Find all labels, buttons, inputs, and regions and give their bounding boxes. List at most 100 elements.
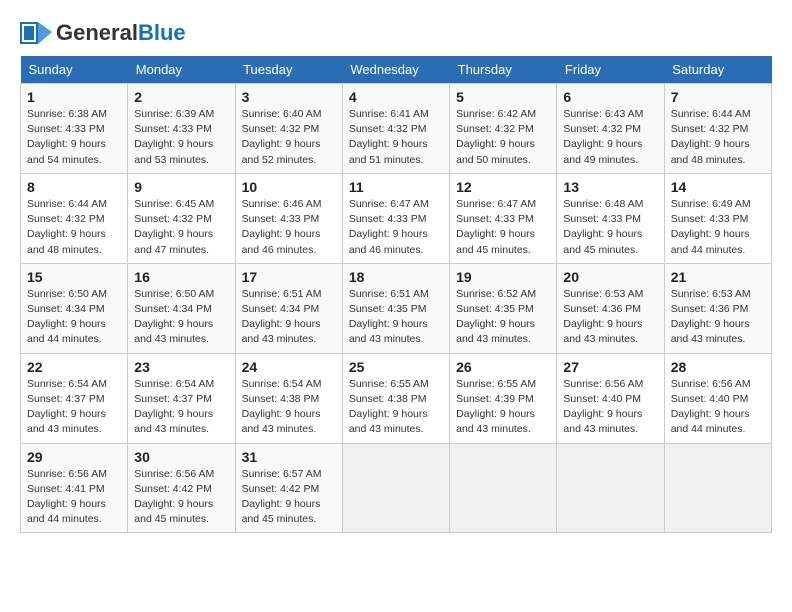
day-number: 24 <box>242 359 336 375</box>
calendar-cell: 17 Sunrise: 6:51 AM Sunset: 4:34 PM Dayl… <box>235 263 342 353</box>
day-info: Sunrise: 6:55 AM Sunset: 4:39 PM Dayligh… <box>456 377 550 438</box>
day-number: 16 <box>134 269 228 285</box>
day-number: 4 <box>349 89 443 105</box>
day-info: Sunrise: 6:43 AM Sunset: 4:32 PM Dayligh… <box>563 107 657 168</box>
day-number: 23 <box>134 359 228 375</box>
day-info: Sunrise: 6:44 AM Sunset: 4:32 PM Dayligh… <box>27 197 121 258</box>
day-info: Sunrise: 6:38 AM Sunset: 4:33 PM Dayligh… <box>27 107 121 168</box>
logo-icon <box>20 22 52 44</box>
calendar-cell: 31 Sunrise: 6:57 AM Sunset: 4:42 PM Dayl… <box>235 443 342 533</box>
calendar-cell: 16 Sunrise: 6:50 AM Sunset: 4:34 PM Dayl… <box>128 263 235 353</box>
day-info: Sunrise: 6:55 AM Sunset: 4:38 PM Dayligh… <box>349 377 443 438</box>
day-number: 6 <box>563 89 657 105</box>
calendar-header-row: SundayMondayTuesdayWednesdayThursdayFrid… <box>21 56 772 84</box>
calendar-cell: 10 Sunrise: 6:46 AM Sunset: 4:33 PM Dayl… <box>235 173 342 263</box>
day-number: 11 <box>349 179 443 195</box>
day-info: Sunrise: 6:41 AM Sunset: 4:32 PM Dayligh… <box>349 107 443 168</box>
calendar-week-2: 8 Sunrise: 6:44 AM Sunset: 4:32 PM Dayli… <box>21 173 772 263</box>
calendar-week-1: 1 Sunrise: 6:38 AM Sunset: 4:33 PM Dayli… <box>21 84 772 174</box>
day-number: 2 <box>134 89 228 105</box>
calendar-cell: 19 Sunrise: 6:52 AM Sunset: 4:35 PM Dayl… <box>450 263 557 353</box>
day-info: Sunrise: 6:46 AM Sunset: 4:33 PM Dayligh… <box>242 197 336 258</box>
column-header-tuesday: Tuesday <box>235 56 342 84</box>
column-header-thursday: Thursday <box>450 56 557 84</box>
calendar-cell: 12 Sunrise: 6:47 AM Sunset: 4:33 PM Dayl… <box>450 173 557 263</box>
day-number: 31 <box>242 449 336 465</box>
calendar-cell: 22 Sunrise: 6:54 AM Sunset: 4:37 PM Dayl… <box>21 353 128 443</box>
logo-text: GeneralBlue <box>56 20 186 46</box>
day-info: Sunrise: 6:39 AM Sunset: 4:33 PM Dayligh… <box>134 107 228 168</box>
calendar-cell <box>342 443 449 533</box>
day-number: 9 <box>134 179 228 195</box>
calendar-cell: 3 Sunrise: 6:40 AM Sunset: 4:32 PM Dayli… <box>235 84 342 174</box>
calendar-cell: 29 Sunrise: 6:56 AM Sunset: 4:41 PM Dayl… <box>21 443 128 533</box>
calendar-cell: 4 Sunrise: 6:41 AM Sunset: 4:32 PM Dayli… <box>342 84 449 174</box>
day-number: 20 <box>563 269 657 285</box>
day-number: 27 <box>563 359 657 375</box>
day-number: 3 <box>242 89 336 105</box>
calendar-cell: 25 Sunrise: 6:55 AM Sunset: 4:38 PM Dayl… <box>342 353 449 443</box>
day-number: 21 <box>671 269 765 285</box>
calendar-cell: 13 Sunrise: 6:48 AM Sunset: 4:33 PM Dayl… <box>557 173 664 263</box>
day-info: Sunrise: 6:45 AM Sunset: 4:32 PM Dayligh… <box>134 197 228 258</box>
day-number: 26 <box>456 359 550 375</box>
calendar-cell: 5 Sunrise: 6:42 AM Sunset: 4:32 PM Dayli… <box>450 84 557 174</box>
day-info: Sunrise: 6:56 AM Sunset: 4:40 PM Dayligh… <box>563 377 657 438</box>
day-info: Sunrise: 6:54 AM Sunset: 4:37 PM Dayligh… <box>134 377 228 438</box>
day-info: Sunrise: 6:53 AM Sunset: 4:36 PM Dayligh… <box>671 287 765 348</box>
day-number: 13 <box>563 179 657 195</box>
day-info: Sunrise: 6:56 AM Sunset: 4:41 PM Dayligh… <box>27 467 121 528</box>
calendar-cell <box>557 443 664 533</box>
day-number: 25 <box>349 359 443 375</box>
day-info: Sunrise: 6:50 AM Sunset: 4:34 PM Dayligh… <box>134 287 228 348</box>
day-info: Sunrise: 6:42 AM Sunset: 4:32 PM Dayligh… <box>456 107 550 168</box>
day-number: 15 <box>27 269 121 285</box>
calendar-cell: 6 Sunrise: 6:43 AM Sunset: 4:32 PM Dayli… <box>557 84 664 174</box>
day-info: Sunrise: 6:50 AM Sunset: 4:34 PM Dayligh… <box>27 287 121 348</box>
day-info: Sunrise: 6:56 AM Sunset: 4:42 PM Dayligh… <box>134 467 228 528</box>
day-info: Sunrise: 6:40 AM Sunset: 4:32 PM Dayligh… <box>242 107 336 168</box>
day-info: Sunrise: 6:54 AM Sunset: 4:37 PM Dayligh… <box>27 377 121 438</box>
calendar-cell: 24 Sunrise: 6:54 AM Sunset: 4:38 PM Dayl… <box>235 353 342 443</box>
day-number: 29 <box>27 449 121 465</box>
day-info: Sunrise: 6:48 AM Sunset: 4:33 PM Dayligh… <box>563 197 657 258</box>
day-number: 19 <box>456 269 550 285</box>
day-number: 14 <box>671 179 765 195</box>
day-number: 10 <box>242 179 336 195</box>
calendar-cell: 28 Sunrise: 6:56 AM Sunset: 4:40 PM Dayl… <box>664 353 771 443</box>
day-info: Sunrise: 6:47 AM Sunset: 4:33 PM Dayligh… <box>349 197 443 258</box>
calendar-cell: 8 Sunrise: 6:44 AM Sunset: 4:32 PM Dayli… <box>21 173 128 263</box>
column-header-monday: Monday <box>128 56 235 84</box>
day-number: 22 <box>27 359 121 375</box>
day-info: Sunrise: 6:57 AM Sunset: 4:42 PM Dayligh… <box>242 467 336 528</box>
day-number: 8 <box>27 179 121 195</box>
day-info: Sunrise: 6:49 AM Sunset: 4:33 PM Dayligh… <box>671 197 765 258</box>
calendar-cell: 26 Sunrise: 6:55 AM Sunset: 4:39 PM Dayl… <box>450 353 557 443</box>
column-header-friday: Friday <box>557 56 664 84</box>
calendar-cell <box>664 443 771 533</box>
day-number: 12 <box>456 179 550 195</box>
calendar-cell: 15 Sunrise: 6:50 AM Sunset: 4:34 PM Dayl… <box>21 263 128 353</box>
calendar-cell: 23 Sunrise: 6:54 AM Sunset: 4:37 PM Dayl… <box>128 353 235 443</box>
day-number: 28 <box>671 359 765 375</box>
calendar-cell: 18 Sunrise: 6:51 AM Sunset: 4:35 PM Dayl… <box>342 263 449 353</box>
day-number: 5 <box>456 89 550 105</box>
day-info: Sunrise: 6:53 AM Sunset: 4:36 PM Dayligh… <box>563 287 657 348</box>
calendar-cell: 21 Sunrise: 6:53 AM Sunset: 4:36 PM Dayl… <box>664 263 771 353</box>
calendar-week-5: 29 Sunrise: 6:56 AM Sunset: 4:41 PM Dayl… <box>21 443 772 533</box>
day-number: 1 <box>27 89 121 105</box>
calendar-cell: 9 Sunrise: 6:45 AM Sunset: 4:32 PM Dayli… <box>128 173 235 263</box>
day-info: Sunrise: 6:54 AM Sunset: 4:38 PM Dayligh… <box>242 377 336 438</box>
logo: GeneralBlue <box>20 20 186 46</box>
page-header: GeneralBlue <box>20 20 772 46</box>
day-info: Sunrise: 6:44 AM Sunset: 4:32 PM Dayligh… <box>671 107 765 168</box>
day-info: Sunrise: 6:51 AM Sunset: 4:34 PM Dayligh… <box>242 287 336 348</box>
calendar-cell: 20 Sunrise: 6:53 AM Sunset: 4:36 PM Dayl… <box>557 263 664 353</box>
day-info: Sunrise: 6:56 AM Sunset: 4:40 PM Dayligh… <box>671 377 765 438</box>
calendar-week-4: 22 Sunrise: 6:54 AM Sunset: 4:37 PM Dayl… <box>21 353 772 443</box>
day-info: Sunrise: 6:52 AM Sunset: 4:35 PM Dayligh… <box>456 287 550 348</box>
calendar-cell: 7 Sunrise: 6:44 AM Sunset: 4:32 PM Dayli… <box>664 84 771 174</box>
calendar-cell: 2 Sunrise: 6:39 AM Sunset: 4:33 PM Dayli… <box>128 84 235 174</box>
column-header-sunday: Sunday <box>21 56 128 84</box>
calendar-cell: 1 Sunrise: 6:38 AM Sunset: 4:33 PM Dayli… <box>21 84 128 174</box>
